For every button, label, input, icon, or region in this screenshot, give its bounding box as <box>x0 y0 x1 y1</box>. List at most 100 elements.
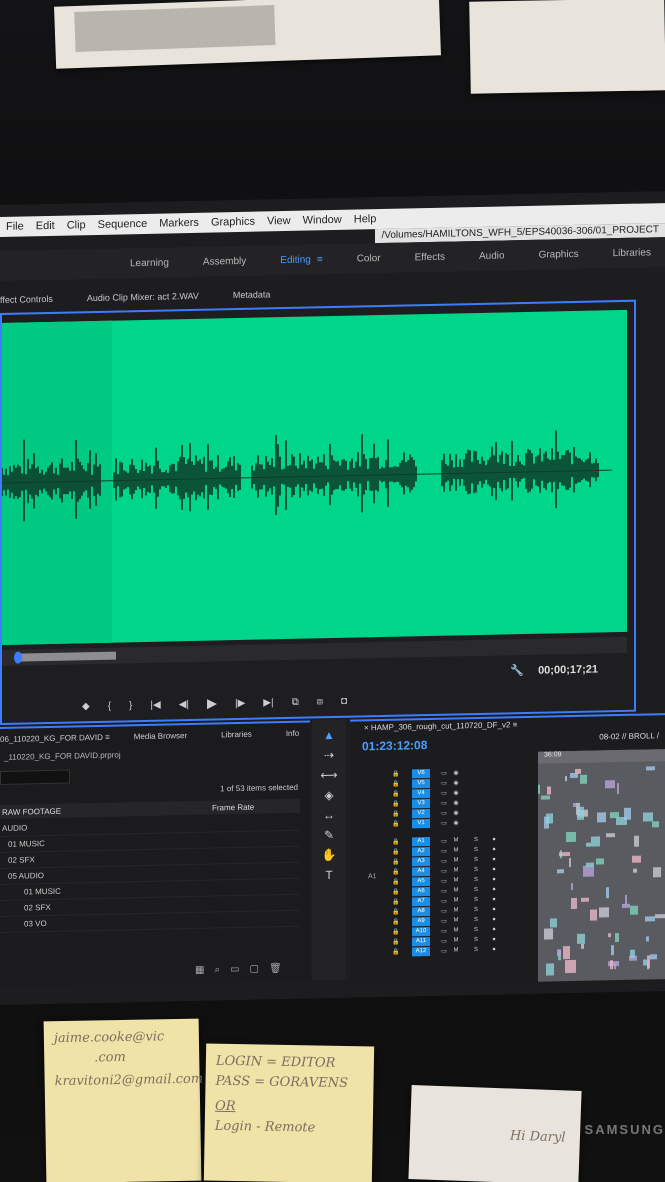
track-label[interactable]: A10 <box>412 926 430 936</box>
menu-graphics[interactable]: Graphics <box>211 216 255 229</box>
go-to-out-icon[interactable]: ▶| <box>263 697 273 708</box>
mute-button[interactable]: M <box>450 877 462 883</box>
voice-over-record-icon[interactable]: ● <box>488 917 500 923</box>
voice-over-record-icon[interactable]: ● <box>488 907 500 913</box>
lock-icon[interactable]: 🔒 <box>390 790 402 797</box>
track-label[interactable]: V2 <box>412 808 430 818</box>
timeline-clip[interactable] <box>624 807 631 820</box>
eye-icon[interactable]: ◉ <box>450 809 462 816</box>
tab-media-browser[interactable]: Media Browser <box>134 731 187 741</box>
mute-button[interactable]: M <box>450 917 462 923</box>
mute-button[interactable]: M <box>450 887 462 893</box>
track-label[interactable]: A3 <box>412 856 430 866</box>
eye-icon[interactable]: ◉ <box>450 769 462 776</box>
timeline-clip[interactable] <box>605 780 615 789</box>
menu-clip[interactable]: Clip <box>67 219 86 231</box>
trash-icon[interactable]: 🗑 <box>269 963 282 974</box>
column-frame-rate[interactable]: Frame Rate <box>212 802 254 812</box>
mute-button[interactable]: M <box>450 947 462 953</box>
timeline-clip[interactable] <box>617 783 619 795</box>
lock-icon[interactable]: 🔒 <box>390 928 402 935</box>
timeline-clip[interactable] <box>571 897 577 910</box>
timeline-clip[interactable] <box>573 802 576 807</box>
menu-help[interactable]: Help <box>354 213 377 225</box>
timeline-clip[interactable] <box>643 812 653 822</box>
menu-sequence[interactable]: Sequence <box>98 218 148 231</box>
lock-icon[interactable]: 🔒 <box>390 810 402 817</box>
timeline-clip[interactable] <box>559 852 570 857</box>
new-bin-icon[interactable]: ▭ <box>230 964 239 975</box>
timeline-clip[interactable] <box>541 795 550 800</box>
razor-tool-icon[interactable]: ◈ <box>324 788 333 802</box>
ripple-edit-tool-icon[interactable]: ⟷ <box>320 768 337 782</box>
timeline-timecode[interactable]: 01:23:12:08 <box>362 738 427 753</box>
voice-over-record-icon[interactable]: ● <box>488 937 500 943</box>
voice-over-record-icon[interactable]: ● <box>488 897 500 903</box>
timeline-clip[interactable] <box>596 858 604 865</box>
track-label[interactable]: A11 <box>412 936 430 946</box>
solo-button[interactable]: S <box>470 857 482 863</box>
timeline-clip[interactable] <box>591 836 600 847</box>
sync-icon[interactable]: ▭ <box>438 917 450 924</box>
sync-icon[interactable]: ▭ <box>438 769 450 776</box>
timeline-clip[interactable] <box>577 806 584 820</box>
timeline-clip[interactable] <box>563 946 570 960</box>
lock-icon[interactable]: 🔒 <box>390 918 402 925</box>
audio-waveform-view[interactable] <box>2 309 627 645</box>
tab-metadata[interactable]: Metadata <box>233 289 271 300</box>
solo-button[interactable]: S <box>470 937 482 943</box>
solo-button[interactable]: S <box>470 927 482 933</box>
sync-icon[interactable]: ▭ <box>438 927 450 934</box>
sync-icon[interactable]: ▭ <box>438 947 450 954</box>
timeline-clip[interactable] <box>633 868 637 873</box>
solo-button[interactable]: S <box>470 917 482 923</box>
track-label[interactable]: A8 <box>412 906 430 916</box>
track-label[interactable]: A9 <box>412 916 430 926</box>
track-label[interactable]: A12 <box>412 946 430 956</box>
menu-markers[interactable]: Markers <box>159 217 199 230</box>
sync-icon[interactable]: ▭ <box>438 847 450 854</box>
step-forward-icon[interactable]: |▶ <box>235 697 245 708</box>
playhead-handle[interactable] <box>14 651 22 664</box>
timeline-clip[interactable] <box>566 831 576 843</box>
lock-icon[interactable]: 🔒 <box>390 838 402 845</box>
menu-window[interactable]: Window <box>303 214 342 227</box>
timeline-clip[interactable] <box>581 943 584 949</box>
workspace-audio[interactable]: Audio <box>479 250 505 262</box>
track-label[interactable]: V1 <box>412 818 430 828</box>
sync-icon[interactable]: ▭ <box>438 857 450 864</box>
timeline-clip[interactable] <box>571 882 573 891</box>
tab-audio-clip-mixer[interactable]: Audio Clip Mixer: act 2.WAV <box>87 291 199 303</box>
timeline-clip[interactable] <box>632 855 641 863</box>
timeline-clip[interactable] <box>647 955 650 969</box>
track-label[interactable]: V5 <box>412 778 430 788</box>
timeline-clip[interactable] <box>608 933 611 938</box>
source-patch-a1[interactable]: A1 <box>368 873 377 880</box>
lock-icon[interactable]: 🔒 <box>390 898 402 905</box>
lock-icon[interactable]: 🔒 <box>390 948 402 955</box>
tab-info[interactable]: Info <box>286 728 299 737</box>
timeline-clip[interactable] <box>565 959 576 974</box>
lock-icon[interactable]: 🔒 <box>390 938 402 945</box>
workspace-effects[interactable]: Effects <box>415 251 445 263</box>
eye-icon[interactable]: ◉ <box>450 819 462 826</box>
sync-icon[interactable]: ▭ <box>438 819 450 826</box>
voice-over-record-icon[interactable]: ● <box>488 837 500 843</box>
tab-project[interactable]: 06_110220_KG_FOR DAVID ≡ <box>0 732 110 743</box>
timeline-clip[interactable] <box>625 894 627 905</box>
export-frame-icon[interactable]: ◘ <box>341 695 347 706</box>
eye-icon[interactable]: ◉ <box>450 789 462 796</box>
timeline-clip[interactable] <box>608 961 619 967</box>
timeline-clip[interactable] <box>655 914 665 919</box>
solo-button[interactable]: S <box>470 947 482 953</box>
timeline-clip[interactable] <box>583 865 594 877</box>
sync-icon[interactable]: ▭ <box>438 799 450 806</box>
track-label[interactable]: V3 <box>412 798 430 808</box>
lock-icon[interactable]: 🔒 <box>390 908 402 915</box>
timeline-clip[interactable] <box>630 905 638 915</box>
timeline-clip[interactable] <box>547 786 551 795</box>
workspace-learning[interactable]: Learning <box>130 257 169 269</box>
voice-over-record-icon[interactable]: ● <box>488 857 500 863</box>
workspace-color[interactable]: Color <box>357 253 381 265</box>
mute-button[interactable]: M <box>450 907 462 913</box>
